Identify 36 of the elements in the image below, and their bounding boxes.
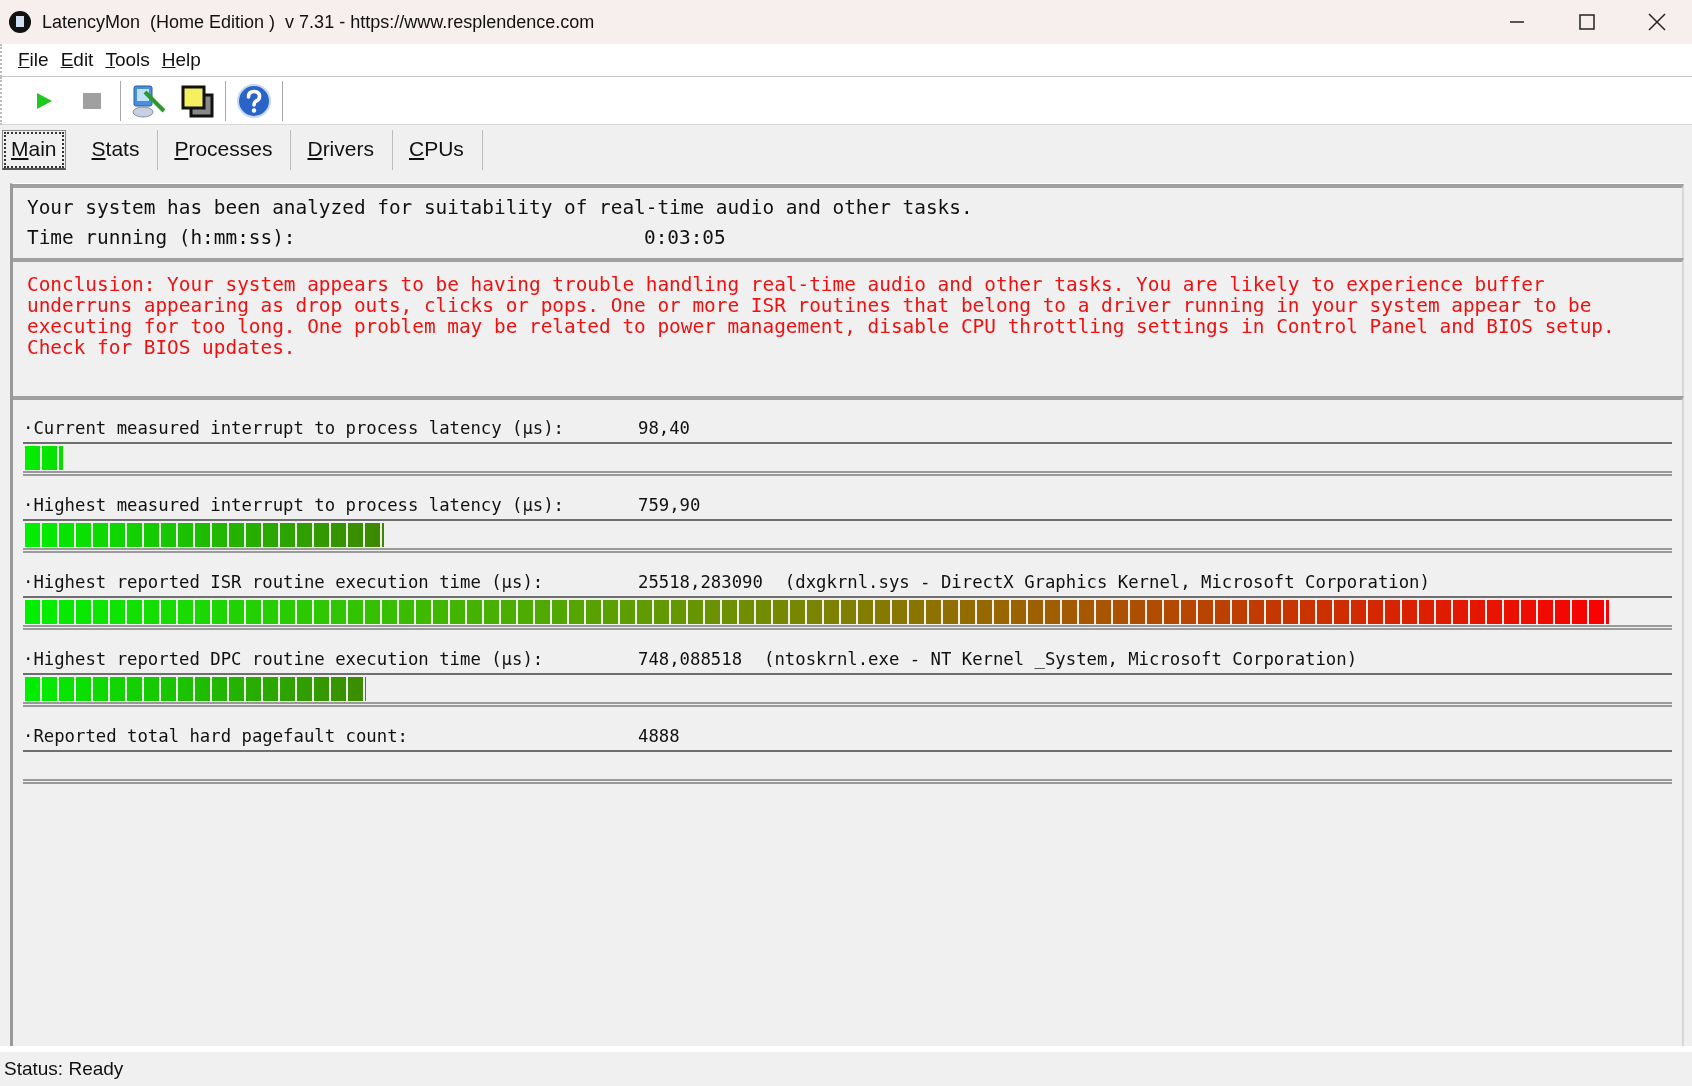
meter-value: 748,088518 <box>638 649 743 669</box>
tab[interactable]: Processes <box>158 130 292 170</box>
meter-label: ·Highest reported ISR routine execution time (µs): <box>23 572 545 592</box>
close-icon <box>1648 13 1666 31</box>
menu-item[interactable]: Tools <box>103 49 158 71</box>
meter-label: ·Highest reported DPC routine execution time (µs): <box>23 649 545 669</box>
menu-item[interactable]: Help <box>159 49 209 71</box>
meter-value: 25518,283090 <box>638 572 763 592</box>
meter-value: 4888 <box>638 726 680 746</box>
play-icon <box>34 90 54 111</box>
tab[interactable]: Main <box>2 130 66 170</box>
summary-text: Your system has been analyzed for suitability of real-time audio and other tasks. <box>27 195 973 219</box>
overlapping-squares-icon <box>180 83 214 118</box>
tab[interactable]: CPUs <box>392 130 483 170</box>
menu-item[interactable]: Edit <box>58 49 102 71</box>
meter-detail: (ntoskrnl.exe - NT Kernel _System, Microsoft Corporation) <box>764 649 1358 669</box>
status-text: Status: Ready <box>4 1058 124 1080</box>
window-title: LatencyMon (Home Edition ) v 7.31 - https://www.resplendence.com <box>42 11 596 33</box>
conclusion-text: Conclusion: Your system appears to be having trouble handling real-time audio and other tasks. You are likely to experience buffer underruns appearing as drop outs, clicks or pops. One or more ISR routines that belong to a driver running in your system appear to be executing for too long. One problem may be related to power management, disable CPU throttling settings in Control Panel and BIOS setup. Check for BIOS updates. <box>27 272 1616 361</box>
minimize-icon <box>1509 21 1525 23</box>
meter-label: ·Current measured interrupt to process latency (µs): <box>23 418 566 438</box>
tab[interactable]: Drivers <box>291 130 393 170</box>
meter-value: 759,90 <box>638 495 701 515</box>
meter-label: ·Highest measured interrupt to process latency (µs): <box>23 495 566 515</box>
menu-item[interactable]: File <box>16 49 57 71</box>
meter-label: ·Reported total hard pagefault count: <box>23 726 409 746</box>
maximize-icon <box>1579 14 1595 30</box>
stop-icon <box>83 92 101 109</box>
monitor-pen-icon <box>131 83 167 118</box>
tab[interactable]: Stats <box>75 130 159 170</box>
meter-value: 98,40 <box>638 418 691 438</box>
help-icon <box>236 82 272 119</box>
app-icon <box>8 10 32 34</box>
meter-detail: (dxgkrnl.sys - DirectX Graphics Kernel, Microsoft Corporation) <box>784 572 1430 592</box>
time-label: Time running (h:mm:ss): <box>27 225 297 249</box>
time-value: 0:03:05 <box>644 225 726 249</box>
